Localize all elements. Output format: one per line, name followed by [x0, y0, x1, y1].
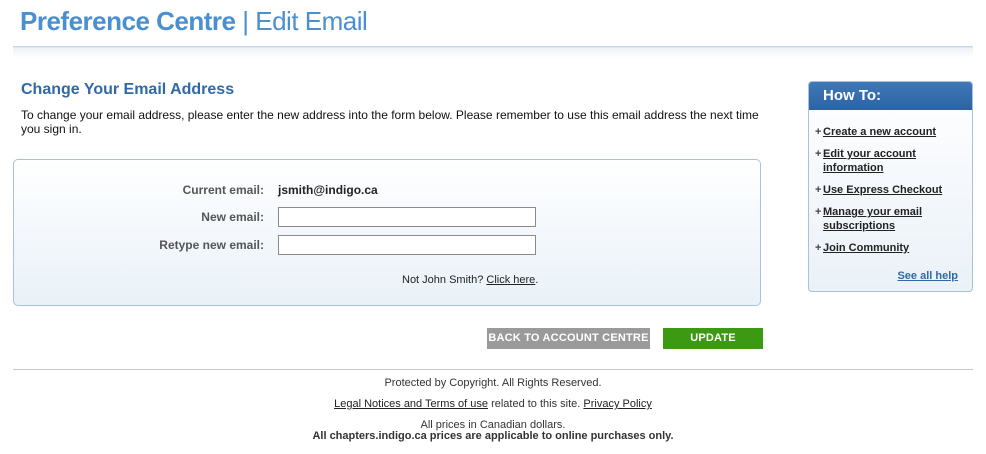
- howto-item-express-checkout[interactable]: + Use Express Checkout: [815, 183, 965, 197]
- footer-copyright: Protected by Copyright. All Rights Reser…: [384, 377, 602, 389]
- how-to-title: How To:: [809, 82, 972, 110]
- retype-email-field[interactable]: [278, 235, 536, 255]
- section-heading: Change Your Email Address: [21, 81, 235, 98]
- not-user-text: Not John Smith? Click here.: [402, 274, 538, 286]
- click-here-link[interactable]: Click here: [486, 274, 535, 286]
- email-form-panel: Current email: jsmith@indigo.ca New emai…: [13, 159, 761, 306]
- plus-icon: +: [815, 206, 822, 218]
- plus-icon: +: [815, 126, 822, 138]
- privacy-policy-link[interactable]: Privacy Policy: [583, 398, 651, 410]
- legal-middle-text: related to this site.: [491, 398, 581, 410]
- howto-item-label[interactable]: Join Community: [823, 242, 909, 254]
- not-user-prefix: Not John Smith?: [402, 274, 484, 286]
- legal-notices-link[interactable]: Legal Notices and Terms of use: [334, 398, 488, 410]
- footer-prices-note: All chapters.indigo.ca prices are applic…: [0, 430, 986, 442]
- howto-item-label[interactable]: Create a new account: [823, 126, 936, 138]
- howto-item-join-community[interactable]: + Join Community: [815, 241, 965, 255]
- back-to-account-centre-button[interactable]: BACK TO ACCOUNT CENTRE: [487, 328, 650, 349]
- howto-item-edit-account[interactable]: + Edit your account information: [815, 147, 965, 175]
- title-sub: Edit Email: [255, 6, 368, 36]
- page-header: Preference Centre | Edit Email: [0, 0, 986, 60]
- header-divider: [13, 46, 973, 58]
- howto-item-manage-subscriptions[interactable]: + Manage your email subscriptions: [815, 205, 965, 233]
- intro-text: To change your email address, please ent…: [21, 108, 759, 136]
- footer-divider: [13, 369, 973, 370]
- footer-legal: Legal Notices and Terms of use related t…: [0, 398, 986, 410]
- plus-icon: +: [815, 242, 822, 254]
- howto-item-label[interactable]: Manage your email subscriptions: [823, 205, 953, 233]
- new-email-field[interactable]: [278, 207, 536, 227]
- title-main: Preference Centre: [20, 6, 236, 36]
- current-email-value: jsmith@indigo.ca: [278, 183, 378, 197]
- plus-icon: +: [815, 148, 822, 160]
- current-email-label: Current email:: [182, 183, 264, 197]
- title-separator: |: [242, 6, 249, 36]
- update-button[interactable]: UPDATE: [663, 328, 763, 349]
- retype-email-label: Retype new email:: [159, 238, 264, 252]
- howto-item-label[interactable]: Edit your account information: [823, 147, 953, 175]
- how-to-panel: How To: + Create a new account + Edit your…: [808, 81, 973, 292]
- not-user-suffix: .: [535, 274, 539, 286]
- page-title: Preference Centre | Edit Email: [20, 6, 368, 37]
- howto-item-create-account[interactable]: + Create a new account: [815, 125, 965, 139]
- plus-icon: +: [815, 184, 822, 196]
- howto-item-label[interactable]: Use Express Checkout: [823, 184, 942, 196]
- prices-note-text: All chapters.indigo.ca prices are applic…: [312, 430, 674, 442]
- see-all-help-link[interactable]: See all help: [897, 270, 958, 282]
- new-email-label: New email:: [201, 210, 264, 224]
